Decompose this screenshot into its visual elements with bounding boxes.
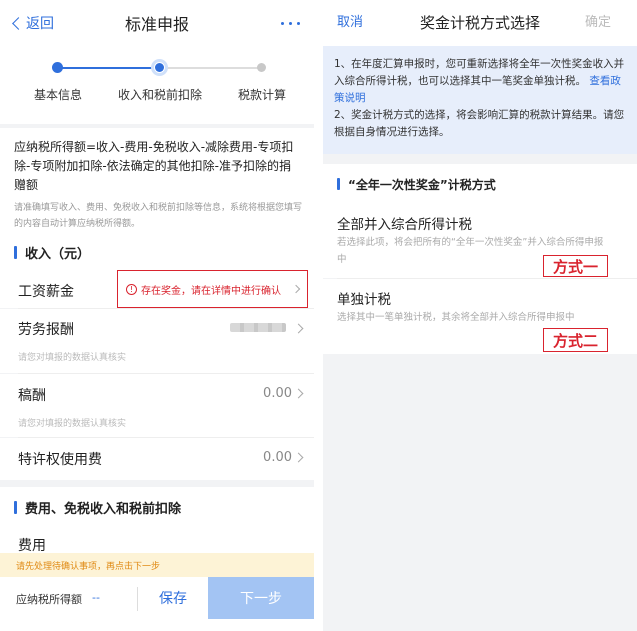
step-line-pending — [160, 67, 262, 69]
step-dot-basic — [52, 62, 63, 73]
confirm-button[interactable]: 确定 — [585, 0, 611, 46]
section-marker — [14, 245, 17, 259]
chevron-right-icon — [293, 452, 304, 463]
bonus-alert-text: 存在奖金，请在详情中进行确认 — [141, 285, 281, 297]
expense-label: 费用 — [18, 538, 46, 554]
nav-bar: 取消 奖金计税方式选择 确定 — [323, 0, 637, 46]
section-marker — [14, 500, 17, 514]
progress-steps: 基本信息 收入和税前扣除 税款计算 — [0, 46, 314, 124]
step-label-income: 收入和税前扣除 — [117, 88, 203, 102]
chevron-right-icon — [293, 323, 304, 334]
formula-text: 应纳税所得额=收入-费用-免税收入-减除费用-专项扣除-专项附加扣除-依法确定的… — [14, 140, 294, 192]
step-label-basic: 基本信息 — [33, 88, 83, 102]
method-section-title: “全年一次性奖金”计税方式 — [348, 177, 496, 192]
method-one-tag: 方式一 — [543, 255, 608, 277]
more-icon[interactable] — [281, 0, 300, 46]
income-section-header: 收入（元） — [0, 232, 314, 272]
method-section-header: “全年一次性奖金”计税方式 — [323, 164, 637, 204]
labor-hint: 请您对填报的数据认真核实 — [18, 353, 127, 363]
bonus-alert[interactable]: ! 存在奖金，请在详情中进行确认 — [117, 270, 308, 308]
notice-paragraph-1: 1、在年度汇算申报时，您可重新选择将全年一次性奖金收入并入综合所得计税，也可以选… — [334, 58, 625, 87]
chevron-right-icon — [291, 284, 301, 294]
back-button[interactable]: 返回 — [12, 0, 54, 46]
save-button[interactable]: 保存 — [138, 577, 208, 619]
income-section-title: 收入（元） — [25, 246, 91, 262]
notice-paragraph-2: 2、奖金计税方式的选择，将会影响汇算的税款计算结果。请您根据自身情况进行选择。 — [334, 109, 625, 138]
step-line-done — [58, 67, 160, 69]
bottom-bar: 应纳税所得额 -- 保存 下一步 — [0, 577, 314, 631]
row-expense[interactable]: 费用 — [0, 527, 314, 554]
taxable-income-value: -- — [92, 591, 100, 604]
step-dot-tax — [257, 63, 266, 72]
option-merge-title: 全部并入综合所得计税 — [337, 217, 472, 233]
step-dot-income — [151, 59, 168, 76]
section-marker — [337, 178, 340, 190]
policy-notice: 1、在年度汇算申报时，您可重新选择将全年一次性奖金收入并入综合所得计税，也可以选… — [323, 46, 637, 154]
formula-card: 应纳税所得额=收入-费用-免税收入-减除费用-专项扣除-专项附加扣除-依法确定的… — [0, 128, 314, 244]
franchise-label: 特许权使用费 — [18, 452, 102, 468]
option-separate-desc: 选择其中一笔单独计税，其余将全部并入综合所得申报中 — [337, 312, 575, 323]
royalty-label: 稿酬 — [18, 388, 46, 404]
bonus-tax-method-screen: 取消 奖金计税方式选择 确定 1、在年度汇算申报时，您可重新选择将全年一次性奖金… — [323, 0, 637, 631]
formula-hint: 请准确填写收入、费用、免税收入和税前扣除等信息，系统将根据您填写的内容自动计算应… — [14, 203, 303, 229]
chevron-right-icon — [293, 388, 304, 399]
pending-warning: 请先处理待确认事项，再点击下一步 — [0, 553, 314, 577]
row-franchise[interactable]: 特许权使用费 0.00 — [0, 438, 314, 480]
standard-declaration-screen: 返回 标准申报 基本信息 收入和税前扣除 税款计算 应纳税所得额=收入-费用-免… — [0, 0, 314, 631]
salary-label: 工资薪金 — [18, 284, 74, 300]
step-label-tax: 税款计算 — [237, 88, 287, 102]
nav-bar: 返回 标准申报 — [0, 0, 314, 46]
deduction-section-title: 费用、免税收入和税前扣除 — [25, 501, 182, 517]
back-label: 返回 — [26, 16, 54, 32]
row-royalty[interactable]: 稿酬 0.00 请您对填报的数据认真核实 — [0, 374, 314, 437]
method-two-tag: 方式二 — [543, 328, 608, 352]
labor-label: 劳务报酬 — [18, 322, 74, 338]
next-step-button[interactable]: 下一步 — [208, 577, 314, 619]
row-labor[interactable]: 劳务报酬 请您对填报的数据认真核实 — [0, 309, 314, 373]
taxable-income-label: 应纳税所得额 — [16, 593, 82, 606]
warning-icon: ! — [126, 283, 137, 295]
deduction-section-header: 费用、免税收入和税前扣除 — [0, 487, 314, 527]
option-separate-title: 单独计税 — [337, 292, 391, 308]
royalty-value: 0.00 — [263, 386, 292, 401]
franchise-value: 0.00 — [263, 450, 292, 465]
page-title: 标准申报 — [124, 15, 189, 34]
royalty-hint: 请您对填报的数据认真核实 — [18, 419, 127, 429]
blurred-value — [230, 323, 286, 332]
chevron-left-icon — [12, 17, 25, 30]
